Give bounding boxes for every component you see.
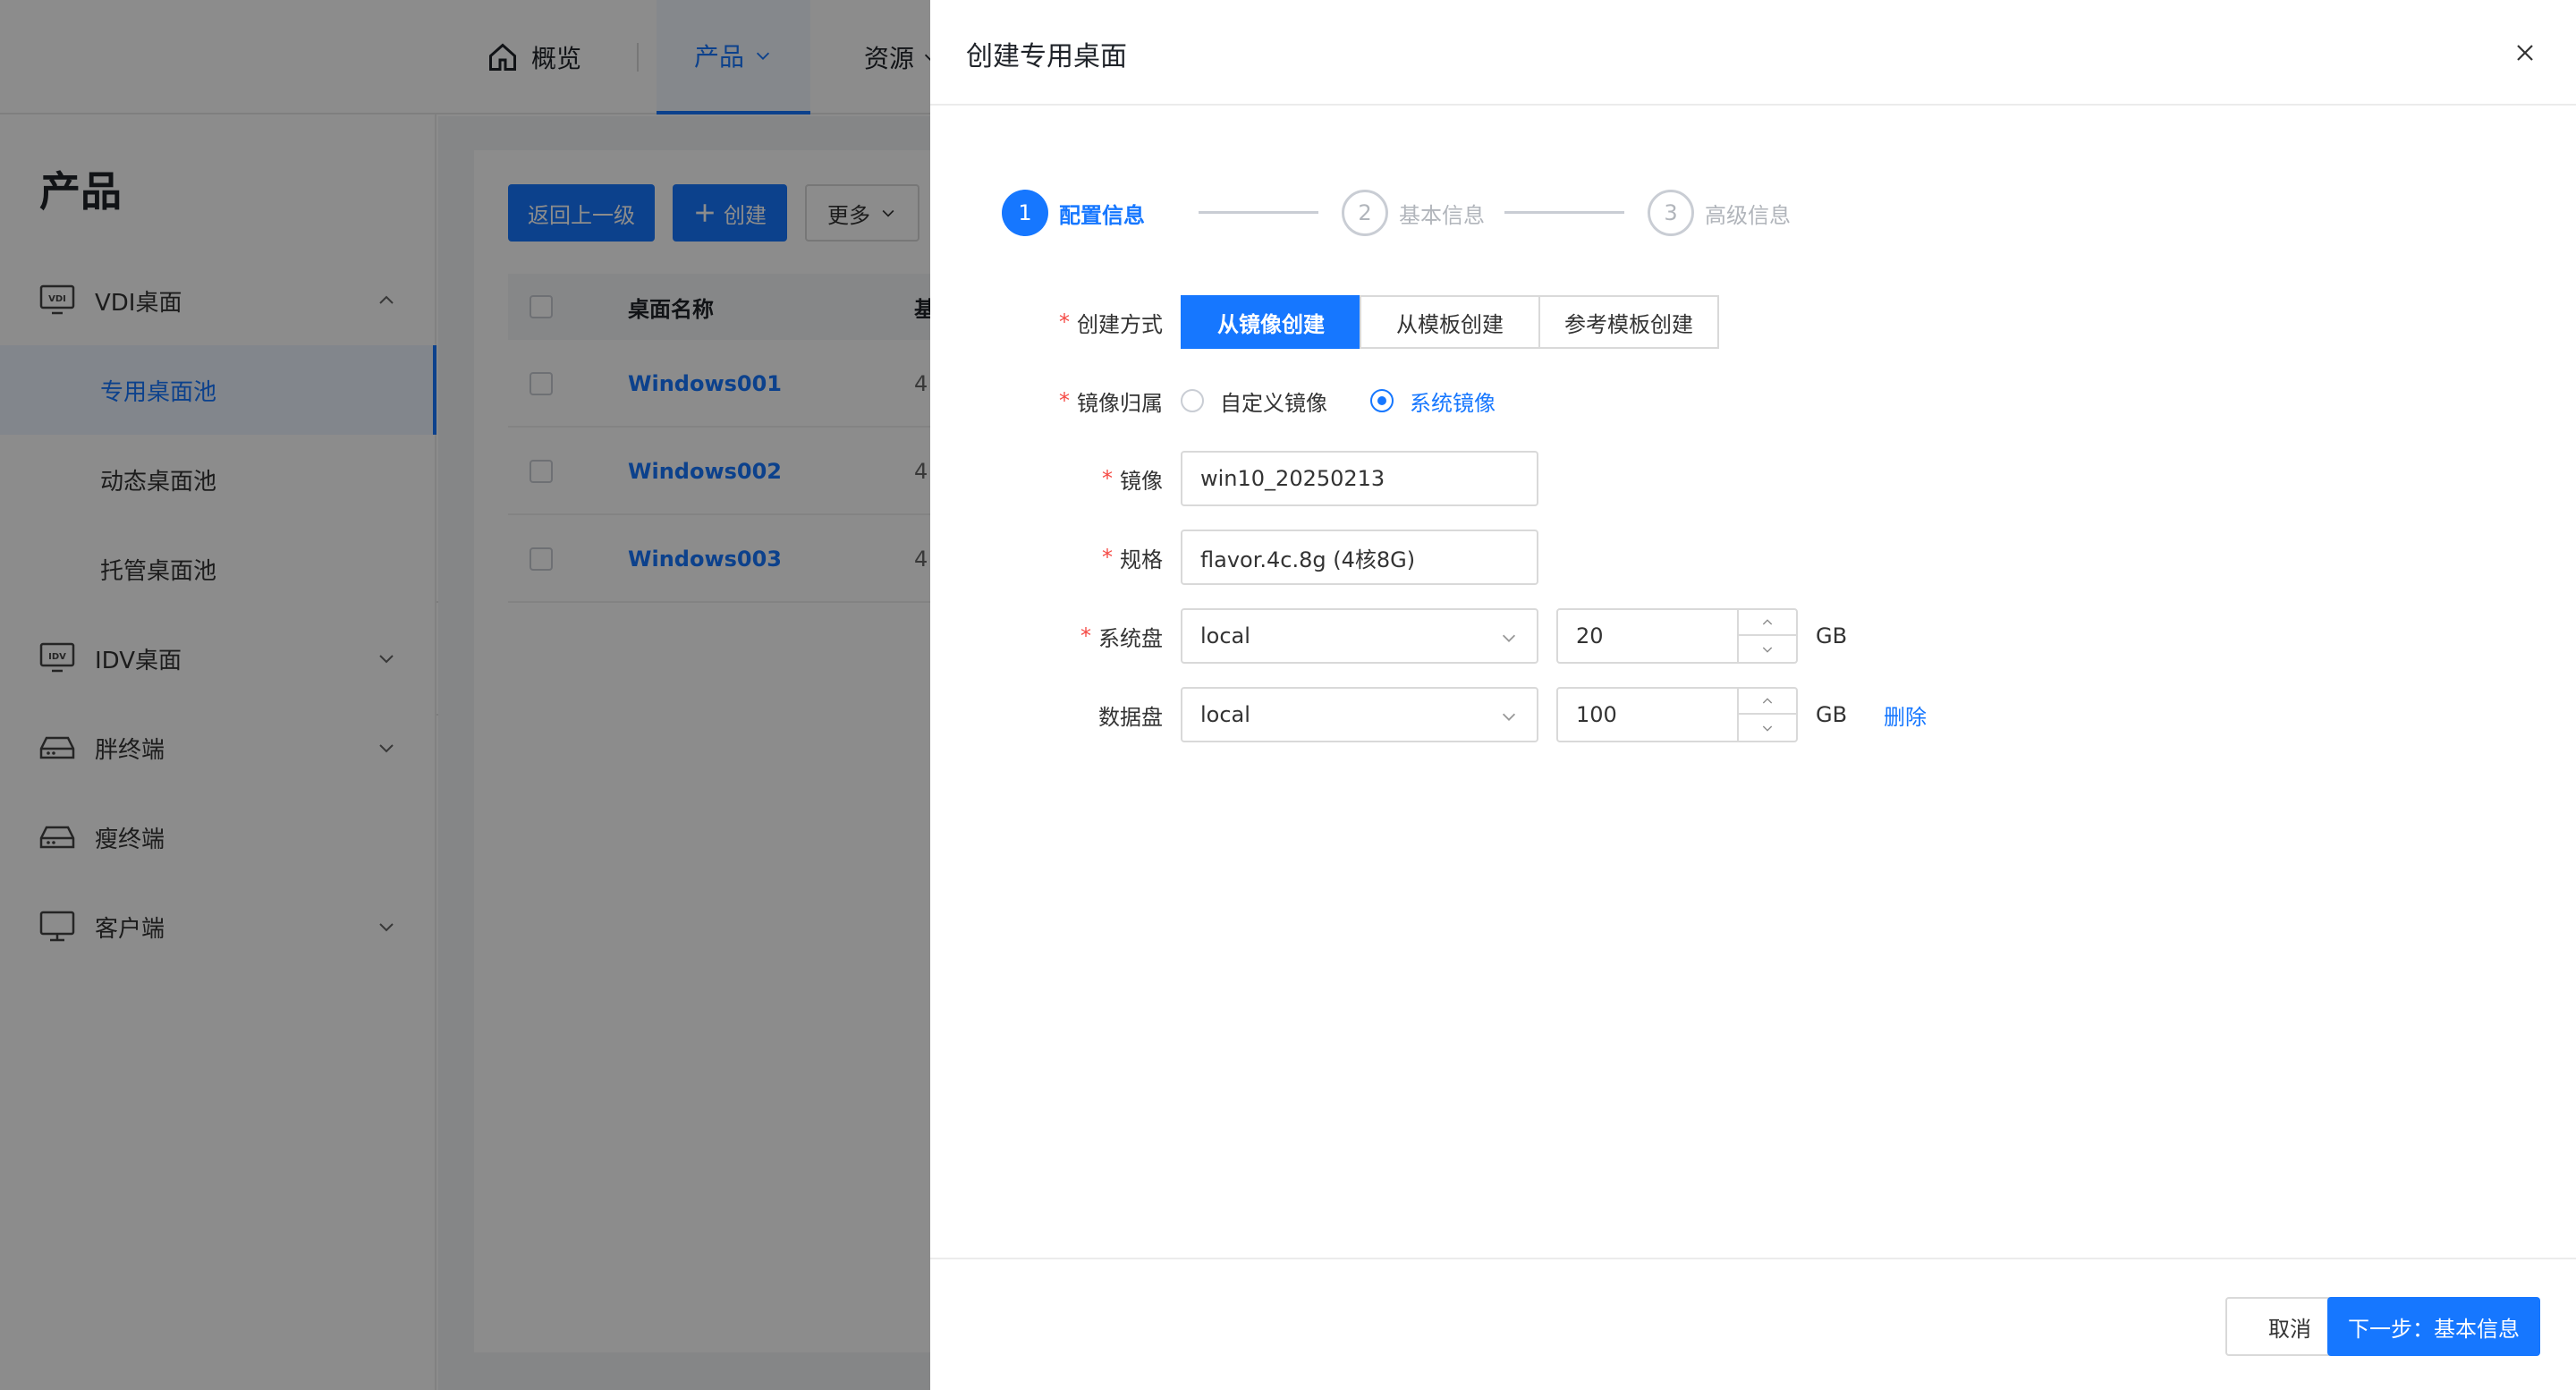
- radio-label: 系统镜像: [1410, 390, 1496, 416]
- required-mark: *: [1102, 466, 1113, 491]
- system-disk-type-select[interactable]: local: [1181, 608, 1538, 664]
- step-number: 3: [1648, 190, 1694, 236]
- image-owner-label: * 镜像归属: [930, 374, 1163, 428]
- step-1: 1 配置信息: [1002, 188, 1145, 238]
- drawer-footer: 取消 下一步：基本信息: [930, 1258, 2576, 1390]
- system-disk-unit: GB: [1816, 623, 1848, 648]
- system-disk-label-text: 系统盘: [1098, 625, 1163, 651]
- create-from-template-option[interactable]: 从模板创建: [1360, 295, 1540, 349]
- stepper-increase[interactable]: [1739, 610, 1796, 636]
- image-owner-label-text: 镜像归属: [1077, 390, 1163, 416]
- step-2: 2 基本信息: [1342, 188, 1485, 238]
- image-input[interactable]: win10_20250213: [1181, 451, 1538, 506]
- chevron-down-icon: [1762, 725, 1773, 732]
- required-mark: *: [1059, 388, 1070, 413]
- required-mark: *: [1080, 623, 1091, 648]
- next-step-button[interactable]: 下一步：基本信息: [2327, 1297, 2540, 1356]
- stepper-value: 100: [1576, 702, 1617, 727]
- flavor-input[interactable]: flavor.4c.8g (4核8G): [1181, 530, 1538, 585]
- chevron-up-icon: [1762, 697, 1773, 703]
- data-disk-unit: GB: [1816, 702, 1848, 727]
- delete-data-disk-link[interactable]: 删除: [1884, 687, 1927, 742]
- required-mark: *: [1102, 545, 1113, 570]
- required-mark: *: [1059, 309, 1070, 335]
- system-disk-label: * 系统盘: [930, 609, 1163, 663]
- data-disk-size-stepper[interactable]: 100: [1556, 687, 1798, 742]
- create-method-selector: 从镜像创建 从模板创建 参考模板创建: [1181, 295, 1719, 349]
- stepper-controls: [1737, 610, 1796, 662]
- chevron-down-icon: [1502, 713, 1516, 721]
- image-label-text: 镜像: [1120, 468, 1163, 494]
- radio-label: 自定义镜像: [1220, 390, 1327, 416]
- chevron-down-icon: [1762, 647, 1773, 653]
- stepper-value: 20: [1576, 623, 1604, 648]
- step-label: 配置信息: [1059, 202, 1145, 228]
- step-number: 1: [1002, 190, 1048, 236]
- drawer-title: 创建专用桌面: [966, 41, 1127, 72]
- data-disk-label-text: 数据盘: [1098, 704, 1163, 730]
- create-method-label-text: 创建方式: [1077, 311, 1163, 337]
- stepper-increase[interactable]: [1739, 689, 1796, 715]
- radio-system-image[interactable]: 系统镜像: [1370, 386, 1496, 417]
- image-owner-radio-group: 自定义镜像 系统镜像: [1181, 374, 1538, 428]
- step-3: 3 高级信息: [1648, 188, 1791, 238]
- radio-dot: [1370, 389, 1394, 412]
- data-disk-type-select[interactable]: local: [1181, 687, 1538, 742]
- select-value: local: [1200, 702, 1250, 727]
- radio-dot: [1181, 389, 1204, 412]
- step-connector: [1199, 211, 1318, 214]
- create-from-image-option[interactable]: 从镜像创建: [1181, 295, 1361, 349]
- close-icon: [2517, 45, 2533, 61]
- stepper-decrease[interactable]: [1739, 636, 1796, 662]
- system-disk-size-stepper[interactable]: 20: [1556, 608, 1798, 664]
- step-connector: [1504, 211, 1624, 214]
- step-label: 基本信息: [1399, 202, 1485, 228]
- flavor-label-text: 规格: [1120, 547, 1163, 572]
- image-label: * 镜像: [930, 452, 1163, 505]
- create-method-label: * 创建方式: [930, 295, 1163, 349]
- stepper-controls: [1737, 689, 1796, 741]
- data-disk-label: 数据盘: [930, 688, 1163, 742]
- flavor-label: * 规格: [930, 530, 1163, 584]
- select-value: local: [1200, 623, 1250, 648]
- step-label: 高级信息: [1705, 202, 1791, 228]
- drawer-header: 创建专用桌面: [930, 0, 2576, 106]
- steps-indicator: 1 配置信息 2 基本信息 3 高级信息: [1002, 188, 1807, 238]
- chevron-down-icon: [1502, 634, 1516, 642]
- stepper-decrease[interactable]: [1739, 715, 1796, 741]
- radio-custom-image[interactable]: 自定义镜像: [1181, 386, 1327, 417]
- create-reference-template-option[interactable]: 参考模板创建: [1538, 295, 1719, 349]
- step-number: 2: [1342, 190, 1388, 236]
- create-desktop-drawer: 创建专用桌面 1 配置信息 2 基本信息 3 高级信息 * 创建方式 从镜像创建…: [930, 0, 2576, 1390]
- chevron-up-icon: [1762, 618, 1773, 624]
- close-button[interactable]: [2510, 38, 2540, 68]
